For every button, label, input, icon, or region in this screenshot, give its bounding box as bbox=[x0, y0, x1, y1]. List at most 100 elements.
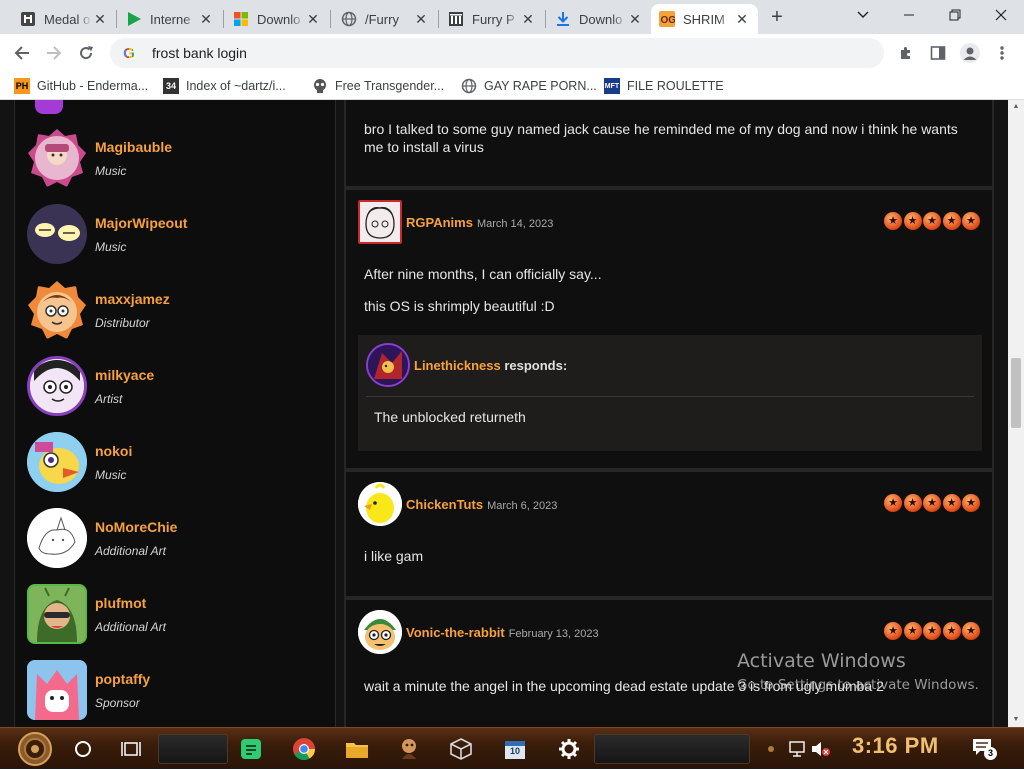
forward-button[interactable] bbox=[42, 41, 66, 65]
search-button[interactable] bbox=[70, 728, 96, 769]
member-name[interactable]: NoMoreChie bbox=[95, 519, 177, 535]
tab-furry-board[interactable]: /Furry ✕ bbox=[333, 4, 437, 34]
star-icon: ★ bbox=[903, 622, 922, 640]
show-hidden-icons[interactable] bbox=[764, 728, 778, 769]
address-text[interactable]: frost bank login bbox=[152, 45, 247, 61]
new-tab-button[interactable]: + bbox=[766, 6, 788, 28]
tab-search-button[interactable] bbox=[840, 0, 886, 30]
reply-text: The unblocked returneth bbox=[374, 409, 526, 425]
window-close-button[interactable] bbox=[978, 0, 1024, 30]
ph-icon: PH bbox=[14, 78, 30, 94]
author-name[interactable]: ChickenTuts bbox=[406, 497, 483, 512]
tab-download[interactable]: Downlo ✕ bbox=[547, 4, 651, 34]
browser-toolbar: G frost bank login bbox=[0, 34, 1024, 72]
avatar bbox=[27, 280, 87, 340]
member-name[interactable]: plufmot bbox=[95, 595, 146, 611]
close-icon[interactable]: ✕ bbox=[734, 11, 750, 28]
profile-button[interactable] bbox=[958, 41, 982, 65]
review-line: After nine months, I can officially say.… bbox=[364, 266, 602, 282]
task-view-button[interactable] bbox=[118, 728, 144, 769]
chevron-down-icon bbox=[857, 11, 869, 18]
author-name[interactable]: Linethickness bbox=[414, 358, 501, 373]
calendar-day: 10 bbox=[509, 745, 520, 756]
start-button[interactable] bbox=[8, 728, 62, 769]
reload-button[interactable] bbox=[74, 41, 98, 65]
close-icon[interactable]: ✕ bbox=[92, 11, 108, 28]
star-icon: ★ bbox=[923, 494, 941, 512]
member-role: Music bbox=[95, 164, 127, 178]
avatar[interactable] bbox=[366, 343, 410, 387]
back-button[interactable] bbox=[10, 41, 34, 65]
scroll-down-icon[interactable]: ▼ bbox=[1008, 713, 1024, 727]
taskbar-slot bbox=[594, 734, 750, 764]
bookmark-label: GitHub - Enderma... bbox=[37, 79, 149, 93]
taskbar-app-notes[interactable] bbox=[238, 728, 264, 769]
member-name[interactable]: maxxjamez bbox=[95, 291, 170, 307]
chrome-icon bbox=[293, 737, 315, 760]
extensions-button[interactable] bbox=[894, 41, 918, 65]
developer-reply: Linethickness responds: The unblocked re… bbox=[358, 335, 982, 451]
menu-button[interactable] bbox=[990, 41, 1014, 65]
tab-medal[interactable]: Medal o ✕ bbox=[12, 4, 116, 34]
taskbar-app-virtualbox[interactable] bbox=[448, 728, 474, 769]
taskbar-clock[interactable]: 3:16 PM bbox=[852, 733, 939, 759]
bookmark-github[interactable]: PH GitHub - Enderma... bbox=[14, 77, 148, 95]
address-bar[interactable]: G frost bank login bbox=[110, 38, 884, 68]
close-icon[interactable]: ✕ bbox=[305, 11, 321, 28]
side-panel-button[interactable] bbox=[926, 41, 950, 65]
action-center-button[interactable]: 3 bbox=[970, 728, 998, 769]
bookmark-globe[interactable]: GAY RAPE PORN... bbox=[461, 77, 597, 95]
member-name[interactable]: milkyace bbox=[95, 367, 154, 383]
bookmark-index[interactable]: 34 Index of ~dartz/i... bbox=[163, 77, 286, 95]
bookmark-free[interactable]: Free Transgender... bbox=[312, 77, 444, 95]
close-icon[interactable]: ✕ bbox=[413, 11, 429, 28]
folder-icon bbox=[346, 742, 368, 758]
tab-shrimple-os[interactable]: OG SHRIM ✕ bbox=[651, 4, 758, 34]
bookmark-file-roulette[interactable]: MFT FILE ROULETTE bbox=[604, 77, 724, 95]
chevron-up-icon bbox=[768, 745, 774, 752]
review-author[interactable]: RGPAnims March 14, 2023 bbox=[406, 215, 553, 230]
volume-control[interactable] bbox=[810, 728, 832, 769]
avatar[interactable] bbox=[358, 610, 402, 654]
tab-furry-p[interactable]: Furry P ✕ bbox=[440, 4, 544, 34]
avatar[interactable] bbox=[358, 482, 402, 526]
member-name[interactable]: nokoi bbox=[95, 443, 132, 459]
close-icon[interactable]: ✕ bbox=[198, 11, 214, 28]
avatar[interactable] bbox=[358, 200, 402, 244]
close-icon[interactable]: ✕ bbox=[520, 11, 536, 28]
close-icon[interactable]: ✕ bbox=[627, 11, 643, 28]
member-name[interactable]: MajorWipeout bbox=[95, 215, 187, 231]
globe-icon bbox=[461, 78, 477, 94]
taskbar-app-game[interactable] bbox=[396, 728, 422, 769]
google-icon: G bbox=[123, 44, 135, 62]
index-icon: 34 bbox=[163, 78, 179, 94]
member-name[interactable]: Magibauble bbox=[95, 139, 172, 155]
windows-icon bbox=[233, 11, 249, 27]
tab-title: SHRIM bbox=[683, 11, 725, 27]
taskbar-app-explorer[interactable] bbox=[344, 728, 370, 769]
review-author[interactable]: ChickenTuts March 6, 2023 bbox=[406, 497, 557, 512]
avatar bbox=[27, 128, 87, 188]
review-card: Vonic-the-rabbit February 13, 2023 ★ ★ ★ ★ ★ … bbox=[344, 598, 994, 727]
tab-divider bbox=[330, 10, 331, 28]
taskbar-app-calendar[interactable]: 10 bbox=[502, 728, 528, 769]
scroll-up-icon[interactable]: ▲ bbox=[1008, 100, 1024, 114]
tab-title: Medal o bbox=[44, 11, 91, 27]
tab-internet[interactable]: Interne ✕ bbox=[118, 4, 222, 34]
member-name[interactable]: poptaffy bbox=[95, 671, 150, 687]
author-name[interactable]: RGPAnims bbox=[406, 215, 473, 230]
member-role: Distributor bbox=[95, 316, 150, 330]
author-name[interactable]: Vonic-the-rabbit bbox=[406, 625, 505, 640]
tab-download-windows[interactable]: Downlo ✕ bbox=[225, 4, 329, 34]
restore-button[interactable] bbox=[932, 0, 978, 30]
page-scrollbar[interactable]: ▲ ▼ bbox=[1008, 100, 1024, 727]
credits-list: Magibauble Music MajorWipeout Music maxx… bbox=[14, 100, 336, 727]
tab-divider bbox=[116, 10, 117, 28]
network-status[interactable] bbox=[786, 728, 808, 769]
tab-divider bbox=[438, 10, 439, 28]
scrollbar-thumb[interactable] bbox=[1011, 358, 1021, 428]
taskbar-settings[interactable] bbox=[556, 728, 582, 769]
taskbar-app-chrome[interactable] bbox=[290, 728, 318, 769]
minimize-button[interactable] bbox=[886, 0, 932, 30]
review-author[interactable]: Vonic-the-rabbit February 13, 2023 bbox=[406, 625, 599, 640]
